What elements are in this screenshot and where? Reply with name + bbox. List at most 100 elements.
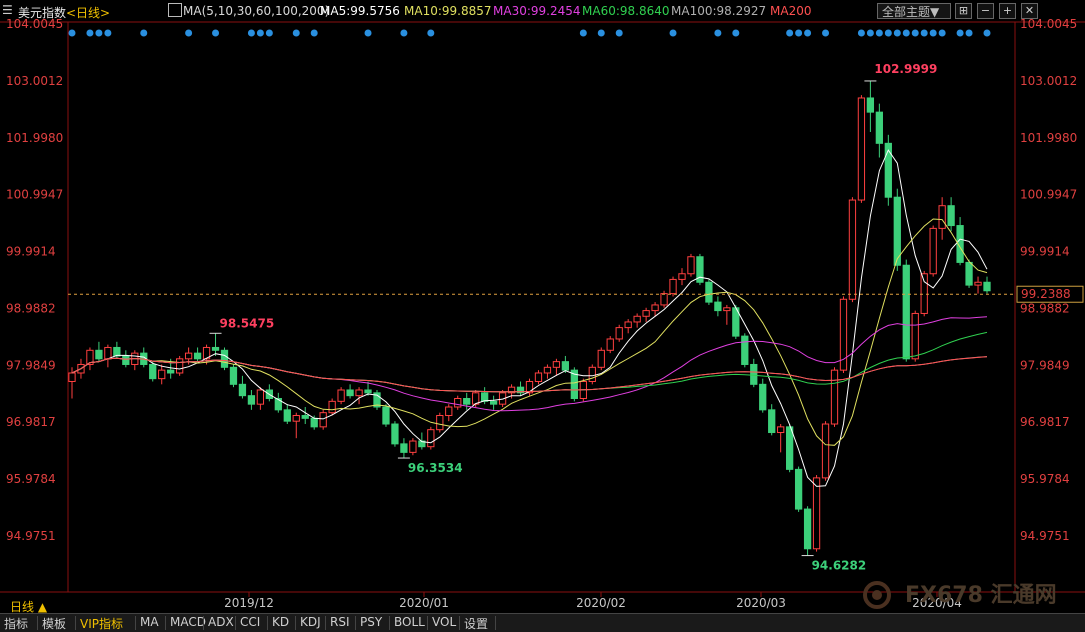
candle-body[interactable] xyxy=(184,352,193,360)
candle-body[interactable] xyxy=(364,389,372,394)
event-dot[interactable] xyxy=(427,29,435,37)
candle-body[interactable] xyxy=(866,97,875,113)
event-dot[interactable] xyxy=(893,29,901,37)
event-dot[interactable] xyxy=(956,29,964,37)
candle-body[interactable] xyxy=(274,397,282,411)
candle-body[interactable] xyxy=(642,310,650,317)
event-dot[interactable] xyxy=(364,29,372,37)
event-dot[interactable] xyxy=(965,29,973,37)
candle-body[interactable] xyxy=(113,346,121,357)
indicator-tab[interactable]: ADX xyxy=(208,615,234,629)
candle-body[interactable] xyxy=(597,349,605,368)
candle-body[interactable] xyxy=(167,369,175,374)
candle-body[interactable] xyxy=(714,301,722,312)
candle-body[interactable] xyxy=(310,417,318,428)
event-dot[interactable] xyxy=(983,29,991,37)
event-dot[interactable] xyxy=(579,29,587,37)
indicator-tab[interactable]: VOL xyxy=(432,615,456,629)
indicator-tab[interactable]: PSY xyxy=(360,615,382,629)
candle-body[interactable] xyxy=(552,361,561,368)
event-dot[interactable] xyxy=(857,29,865,37)
candlestick-chart[interactable]: 104.0045 104.0045 103.0012 103.0012 101.9980… xyxy=(0,0,1085,613)
candle-body[interactable] xyxy=(651,304,659,312)
candle-body[interactable] xyxy=(615,327,623,340)
event-dot[interactable] xyxy=(86,29,94,37)
indicator-tab[interactable]: BOLL xyxy=(394,615,425,629)
candle-body[interactable] xyxy=(830,369,839,425)
candle-body[interactable] xyxy=(346,389,354,397)
candle-body[interactable] xyxy=(759,383,767,411)
indicator-tab[interactable]: 模板 xyxy=(42,615,66,632)
candle-body[interactable] xyxy=(391,423,399,445)
candle-body[interactable] xyxy=(983,281,991,292)
candle-body[interactable] xyxy=(777,426,785,434)
event-dot[interactable] xyxy=(247,29,255,37)
event-dot[interactable] xyxy=(615,29,623,37)
indicator-tab[interactable]: CCI xyxy=(240,615,260,629)
candle-body[interactable] xyxy=(319,412,327,428)
candle-body[interactable] xyxy=(911,312,919,360)
indicator-tab[interactable]: 指标 xyxy=(4,615,28,632)
event-dot[interactable] xyxy=(140,29,148,37)
candle-body[interactable] xyxy=(687,256,695,275)
event-dot[interactable] xyxy=(804,29,812,37)
event-dot[interactable] xyxy=(938,29,946,37)
candle-body[interactable] xyxy=(238,383,247,397)
event-dot[interactable] xyxy=(875,29,883,37)
candle-body[interactable] xyxy=(902,264,910,360)
candle-body[interactable] xyxy=(705,281,713,303)
candle-body[interactable] xyxy=(355,389,363,397)
event-dot[interactable] xyxy=(929,29,937,37)
event-dot[interactable] xyxy=(68,29,76,37)
candle-body[interactable] xyxy=(606,338,614,351)
candle-body[interactable] xyxy=(947,205,955,227)
candle-body[interactable] xyxy=(400,443,408,453)
indicator-tab[interactable]: RSI xyxy=(330,615,350,629)
candle-body[interactable] xyxy=(965,261,973,286)
event-dot[interactable] xyxy=(212,29,220,37)
event-dot[interactable] xyxy=(292,29,300,37)
candle-body[interactable] xyxy=(382,406,390,425)
candle-body[interactable] xyxy=(588,366,596,382)
candle-body[interactable] xyxy=(723,307,731,312)
event-dot[interactable] xyxy=(866,29,874,37)
candle-body[interactable] xyxy=(821,423,830,479)
candle-body[interactable] xyxy=(104,346,112,360)
candle-body[interactable] xyxy=(220,349,229,368)
candle-body[interactable] xyxy=(409,440,417,453)
candle-body[interactable] xyxy=(848,199,857,300)
candle-body[interactable] xyxy=(454,397,462,408)
event-dot[interactable] xyxy=(400,29,408,37)
event-dot[interactable] xyxy=(795,29,803,37)
candle-body[interactable] xyxy=(857,97,866,201)
event-dot[interactable] xyxy=(920,29,928,37)
candle-body[interactable] xyxy=(256,389,265,405)
indicator-tab[interactable]: 设置 xyxy=(464,615,488,632)
candle-body[interactable] xyxy=(812,477,821,550)
candle-body[interactable] xyxy=(283,409,291,422)
candle-body[interactable] xyxy=(741,335,749,365)
candle-body[interactable] xyxy=(68,372,76,382)
candle-body[interactable] xyxy=(920,273,928,314)
event-dot[interactable] xyxy=(185,29,193,37)
candle-body[interactable] xyxy=(463,397,471,405)
event-dot[interactable] xyxy=(104,29,112,37)
candle-body[interactable] xyxy=(149,363,157,380)
event-dot[interactable] xyxy=(95,29,103,37)
candle-body[interactable] xyxy=(875,111,883,144)
candle-body[interactable] xyxy=(301,415,309,419)
candle-body[interactable] xyxy=(633,315,641,323)
event-dot[interactable] xyxy=(597,29,605,37)
candle-body[interactable] xyxy=(337,389,345,402)
candle-body[interactable] xyxy=(229,366,238,385)
candle-body[interactable] xyxy=(436,415,444,431)
candle-body[interactable] xyxy=(489,400,498,405)
event-dot[interactable] xyxy=(732,29,740,37)
event-dot[interactable] xyxy=(669,29,677,37)
event-dot[interactable] xyxy=(902,29,910,37)
candle-body[interactable] xyxy=(534,372,543,382)
candle-body[interactable] xyxy=(95,349,103,360)
candle-body[interactable] xyxy=(669,278,677,295)
candle-body[interactable] xyxy=(660,293,668,306)
candle-body[interactable] xyxy=(678,273,686,280)
